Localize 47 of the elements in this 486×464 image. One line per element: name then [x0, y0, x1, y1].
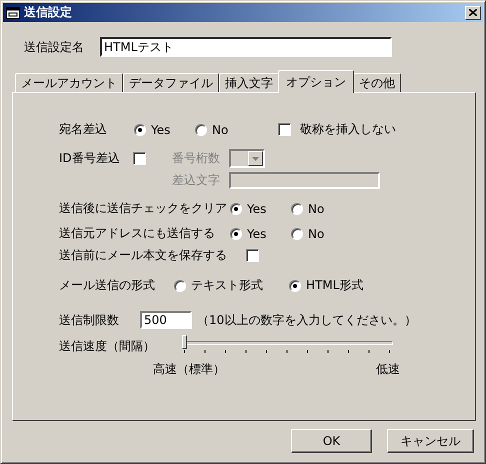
tab[interactable]: データファイル — [123, 73, 219, 92]
checkbox[interactable] — [278, 123, 291, 136]
dialog-button[interactable]: キャンセル — [387, 429, 474, 453]
slider-thumb[interactable] — [182, 335, 187, 349]
dialog-button[interactable]: OK — [291, 429, 372, 453]
limit-input[interactable]: 500 — [140, 311, 192, 329]
slider-max-label: 低速 — [376, 361, 400, 378]
radio-label: Yes — [247, 226, 268, 240]
radio-label: Yes — [247, 202, 268, 216]
radio-button[interactable] — [291, 202, 303, 214]
radio-button[interactable] — [195, 124, 207, 136]
radio-label: No — [212, 122, 230, 136]
option-label: 送信制限数 — [59, 312, 120, 328]
checkbox-label: 敬称を挿入しない — [300, 121, 396, 138]
option-label: 送信速度（間隔） — [59, 338, 156, 354]
tab[interactable]: オプション — [278, 70, 354, 93]
radio-label: テキスト形式 — [191, 277, 264, 294]
radio-button[interactable] — [230, 202, 242, 214]
window-icon — [6, 6, 20, 20]
radio-button[interactable] — [230, 228, 242, 240]
tab[interactable]: メールアカウント — [15, 73, 123, 92]
radio-button[interactable] — [174, 280, 186, 292]
name-input[interactable]: HTMLテスト — [100, 37, 392, 57]
option-label: 宛名差込 — [59, 121, 108, 138]
option-label: 送信後に送信チェックをクリア — [59, 200, 228, 217]
hint-text: （10以上の数字を入力してください。） — [197, 312, 416, 328]
option-label: 送信前にメール本文を保存する — [59, 247, 228, 264]
radio-label: No — [308, 226, 326, 240]
radio-label: HTML形式 — [306, 277, 364, 294]
close-button[interactable] — [465, 6, 481, 20]
option-label: 番号桁数 — [172, 150, 221, 167]
radio-button[interactable] — [134, 124, 146, 136]
radio-label: Yes — [151, 122, 172, 136]
close-icon — [469, 9, 477, 16]
radio-label: No — [308, 202, 326, 216]
option-label: メール送信の形式 — [59, 277, 156, 294]
checkbox[interactable] — [246, 249, 259, 262]
field-label: 送信設定名 — [24, 38, 85, 56]
checkbox[interactable] — [133, 152, 146, 165]
radio-button[interactable] — [291, 228, 303, 240]
window-title: 送信設定 — [24, 4, 72, 21]
option-label: 差込文字 — [172, 172, 221, 189]
tab[interactable]: その他 — [353, 73, 401, 92]
slider-min-label: 高速（標準） — [153, 361, 225, 378]
option-label: ID番号差込 — [59, 150, 121, 167]
radio-button[interactable] — [289, 280, 301, 292]
option-label: 送信元アドレスにも送信する — [59, 225, 216, 242]
